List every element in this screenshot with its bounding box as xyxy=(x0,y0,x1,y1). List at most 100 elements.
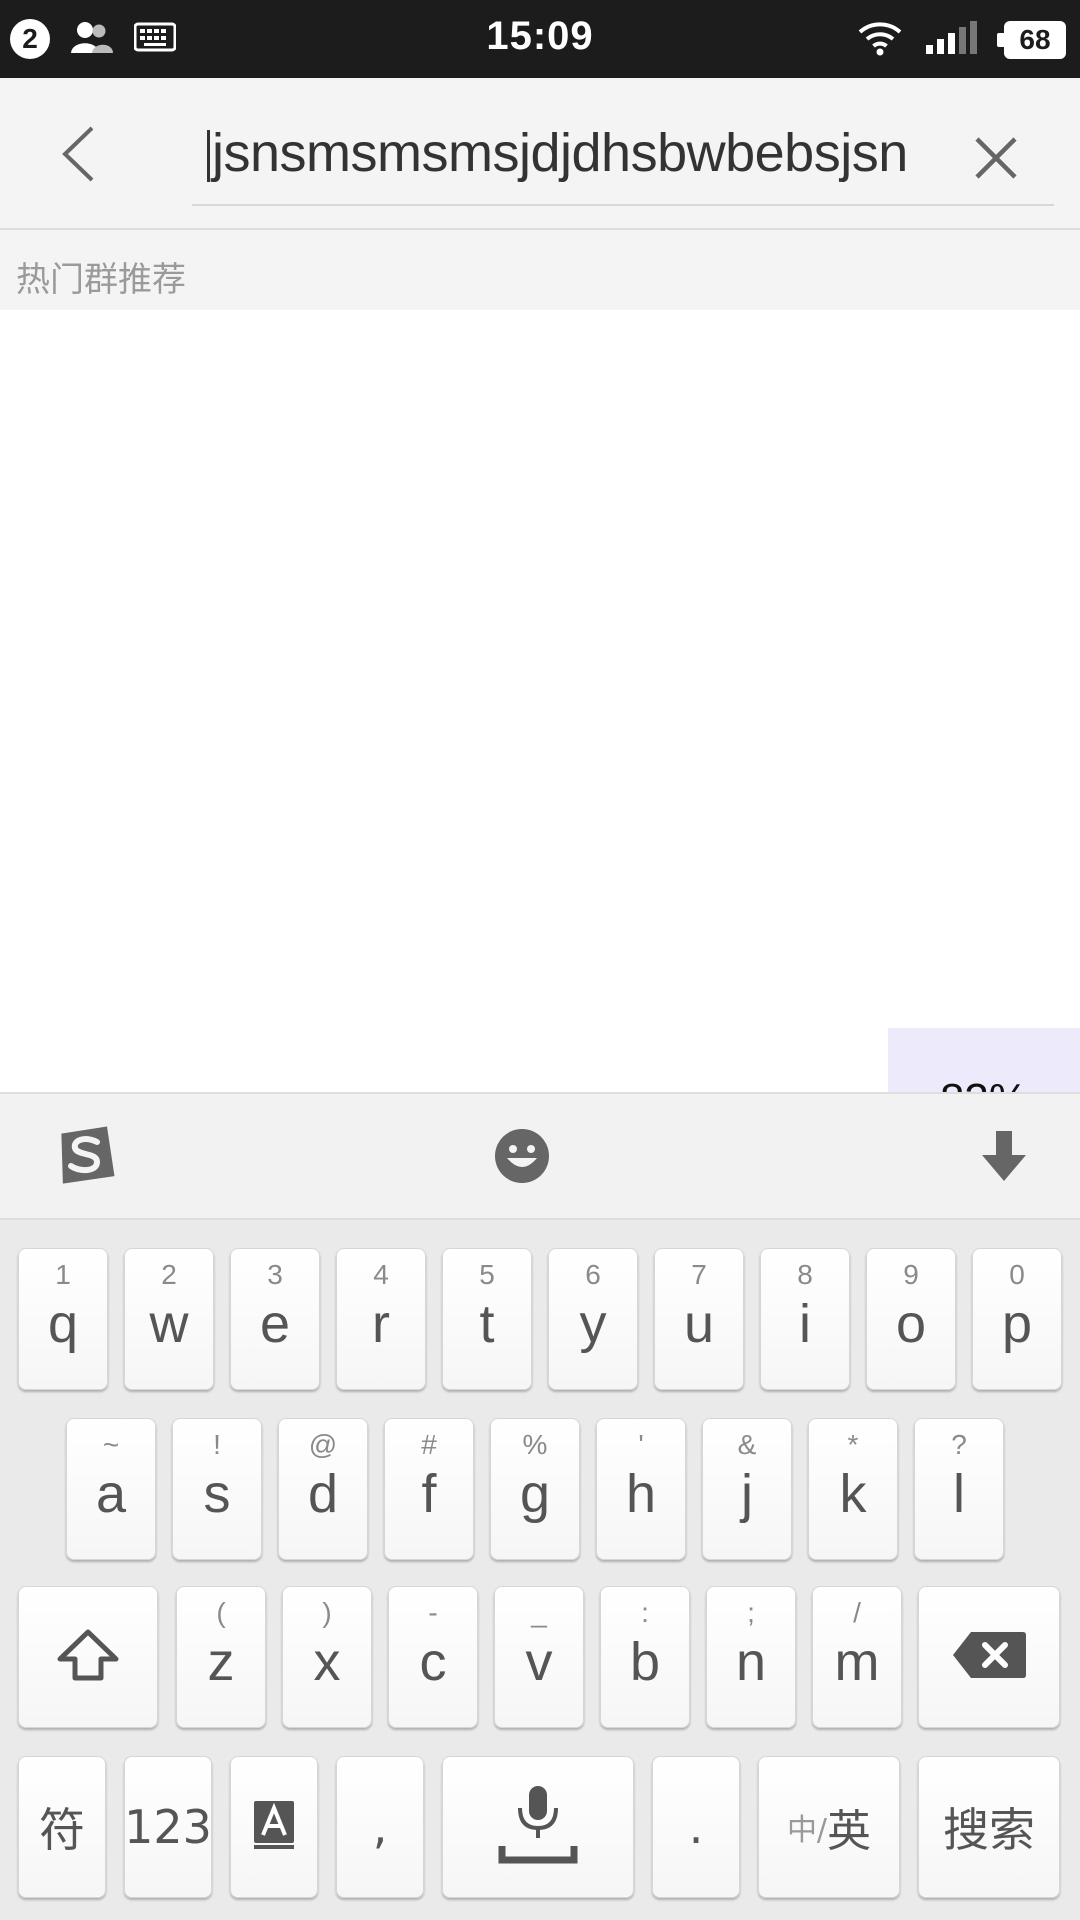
key-x[interactable]: ) x xyxy=(282,1586,372,1728)
key-p[interactable]: 0p xyxy=(972,1248,1062,1390)
key-hint-label: ~ xyxy=(102,1429,120,1460)
key-hint-label: 7 xyxy=(691,1259,707,1290)
key-c[interactable]: -c xyxy=(388,1586,478,1728)
key-o[interactable]: 9o xyxy=(866,1248,956,1390)
key-letter-label: m xyxy=(834,1632,880,1692)
back-button[interactable] xyxy=(40,118,116,194)
results-area: 83% xyxy=(0,310,1080,1172)
key-t[interactable]: 5t xyxy=(442,1248,532,1390)
key-s[interactable]: ! s xyxy=(172,1418,262,1560)
key-hint-label: & xyxy=(737,1429,757,1460)
key-l[interactable]: ? l xyxy=(914,1418,1004,1560)
clear-search-button[interactable] xyxy=(956,122,1036,198)
key-letter-label: s xyxy=(203,1464,231,1524)
key-hint-label: ) xyxy=(322,1597,332,1628)
key-letter-label: i xyxy=(799,1294,811,1354)
input-mode-key[interactable] xyxy=(230,1756,318,1898)
wifi-icon xyxy=(858,20,902,61)
lang-small-label: 中/ xyxy=(786,1813,828,1848)
key-letter-label: b xyxy=(629,1632,661,1692)
key-letter-label: w xyxy=(149,1294,189,1354)
hide-keyboard-icon xyxy=(980,1129,1028,1188)
key-j[interactable]: & j xyxy=(702,1418,792,1560)
key-hint-label: 3 xyxy=(267,1259,283,1290)
search-query-text: jsnsmsmsmsjdjdhsbwbebsjsn xyxy=(212,123,908,183)
key-letter-label: g xyxy=(519,1464,551,1524)
key-hint-label: 1 xyxy=(55,1259,71,1290)
key-hint-label: # xyxy=(421,1429,437,1460)
key-letter-label: u xyxy=(683,1294,715,1354)
language-switch-key[interactable]: 中/ 英 xyxy=(758,1756,900,1898)
key-e[interactable]: 3e xyxy=(230,1248,320,1390)
key-y[interactable]: 6y xyxy=(548,1248,638,1390)
key-a[interactable]: ~ a xyxy=(66,1418,156,1560)
battery-icon: 68 xyxy=(997,21,1066,59)
key-h[interactable]: ' h xyxy=(596,1418,686,1560)
key-w[interactable]: 2w xyxy=(124,1248,214,1390)
key-hint-label: 5 xyxy=(479,1259,495,1290)
key-k[interactable]: * k xyxy=(808,1418,898,1560)
key-letter-label: v xyxy=(525,1632,553,1692)
symbols-label: 符 xyxy=(39,1803,85,1857)
key-hint-label: 2 xyxy=(161,1259,177,1290)
shift-key[interactable] xyxy=(18,1586,158,1728)
emoji-icon xyxy=(494,1128,550,1189)
key-hint-label: ' xyxy=(638,1429,644,1460)
microphone-icon xyxy=(498,1784,578,1871)
sogou-logo-icon xyxy=(55,1125,117,1191)
hide-keyboard-button[interactable] xyxy=(964,1118,1044,1198)
key-q[interactable]: 1q xyxy=(18,1248,108,1390)
emoji-button[interactable] xyxy=(482,1118,562,1198)
key-hint-label: * xyxy=(847,1429,859,1460)
key-hint-label: ! xyxy=(213,1429,221,1460)
key-letter-label: t xyxy=(479,1294,495,1354)
key-hint-label: 8 xyxy=(797,1259,813,1290)
key-i[interactable]: 8i xyxy=(760,1248,850,1390)
key-letter-label: r xyxy=(372,1294,390,1354)
key-g[interactable]: % g xyxy=(490,1418,580,1560)
numbers-label: 123 xyxy=(124,1800,212,1854)
key-letter-label: k xyxy=(839,1464,867,1524)
key-hint-label: / xyxy=(853,1597,861,1628)
clear-x-icon xyxy=(974,136,1018,185)
key-letter-label: d xyxy=(307,1464,339,1524)
period-key[interactable]: . xyxy=(652,1756,740,1898)
section-title: 热门群推荐 xyxy=(16,260,186,300)
key-hint-label: ; xyxy=(747,1597,755,1628)
key-letter-label: a xyxy=(95,1464,127,1524)
search-key-label: 搜索 xyxy=(943,1803,1035,1857)
key-d[interactable]: @ d xyxy=(278,1418,368,1560)
search-input[interactable]: jsnsmsmsmsjdjdhsbwbebsjsn xyxy=(192,78,1054,206)
key-f[interactable]: # f xyxy=(384,1418,474,1560)
key-hint-label: - xyxy=(428,1597,438,1628)
numbers-key[interactable]: 123 xyxy=(124,1756,212,1898)
key-r[interactable]: 4r xyxy=(336,1248,426,1390)
key-letter-label: l xyxy=(953,1464,965,1524)
sogou-logo-button[interactable] xyxy=(46,1118,126,1198)
search-header: jsnsmsmsmsjdjdhsbwbebsjsn xyxy=(0,78,1080,230)
lang-big-label: 英 xyxy=(827,1806,872,1857)
key-letter-label: x xyxy=(313,1632,341,1692)
key-letter-label: z xyxy=(207,1632,235,1692)
key-u[interactable]: 7u xyxy=(654,1248,744,1390)
key-n[interactable]: ; n xyxy=(706,1586,796,1728)
symbols-key[interactable]: 符 xyxy=(18,1756,106,1898)
key-v[interactable]: _ v xyxy=(494,1586,584,1728)
key-b[interactable]: :b xyxy=(600,1586,690,1728)
key-letter-label: c xyxy=(419,1632,447,1692)
key-hint-label: @ xyxy=(308,1429,338,1460)
key-hint-label: _ xyxy=(531,1597,547,1628)
key-letter-label: y xyxy=(579,1294,607,1354)
search-key[interactable]: 搜索 xyxy=(918,1756,1060,1898)
key-letter-label: n xyxy=(735,1632,767,1692)
key-m[interactable]: / m xyxy=(812,1586,902,1728)
key-hint-label: ? xyxy=(951,1429,967,1460)
backspace-key[interactable] xyxy=(918,1586,1060,1728)
comma-key[interactable]: , xyxy=(336,1756,424,1898)
shift-arrow-icon xyxy=(57,1629,119,1686)
key-hint-label: ( xyxy=(216,1597,226,1628)
key-z[interactable]: (z xyxy=(176,1586,266,1728)
key-hint-label: 4 xyxy=(373,1259,389,1290)
keyboard-toolbar xyxy=(0,1092,1080,1220)
voice-space-key[interactable] xyxy=(442,1756,634,1898)
